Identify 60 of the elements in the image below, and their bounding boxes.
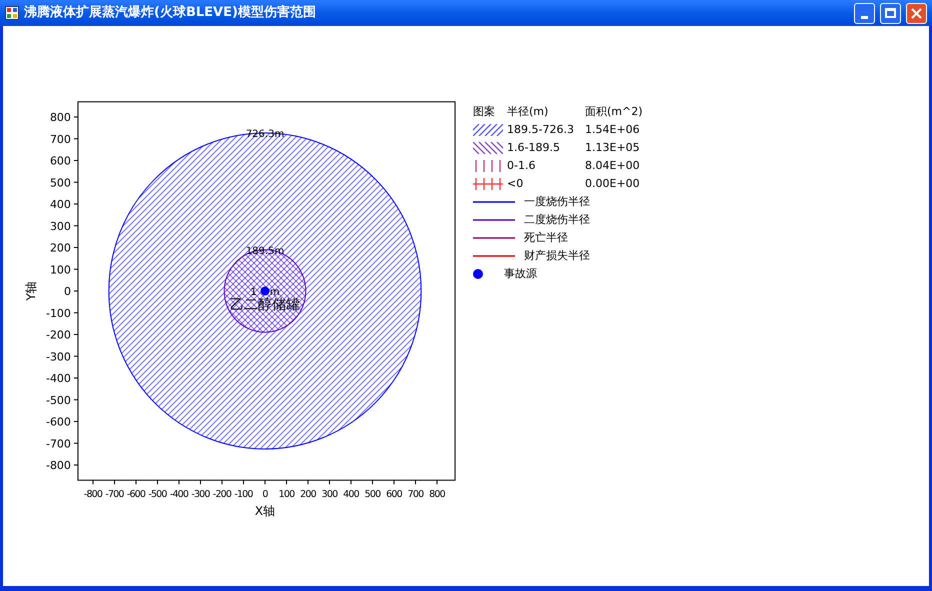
legend-area: 1.13E+05 xyxy=(585,139,640,157)
x-tick-label: -300 xyxy=(191,489,210,500)
y-tick-label: 800 xyxy=(50,111,71,124)
tank-label: 乙二醇储罐 xyxy=(230,297,300,313)
x-tick-label: -500 xyxy=(148,489,167,500)
y-axis-title: Y轴 xyxy=(24,281,38,301)
y-tick-label: 400 xyxy=(50,198,71,211)
x-tick-label: -800 xyxy=(84,489,102,500)
x-tick-label: -600 xyxy=(126,489,146,500)
y-tick-label: -700 xyxy=(46,437,71,450)
x-tick-label: 600 xyxy=(386,489,402,500)
legend-header: 图案 xyxy=(473,104,496,120)
y-tick-label: -500 xyxy=(46,394,71,407)
x-tick-label: 700 xyxy=(408,489,424,500)
x-axis-title: X轴 xyxy=(254,504,276,518)
x-tick-label: 0 xyxy=(262,489,268,500)
y-tick-label: 300 xyxy=(50,220,71,233)
legend-header: 面积(m^2) xyxy=(585,104,643,120)
y-tick-label: 200 xyxy=(50,242,71,254)
y-tick-label: -800 xyxy=(46,459,71,472)
legend-label: 财产损失半径 xyxy=(524,248,590,264)
y-tick-label: -200 xyxy=(46,328,71,342)
legend-area: 1.54E+06 xyxy=(585,121,640,139)
x-tick-label: -700 xyxy=(105,489,124,500)
legend-range: <0 xyxy=(507,176,524,192)
x-tick-label: 400 xyxy=(343,489,359,500)
y-tick-label: -300 xyxy=(46,350,71,364)
x-tick-label: 200 xyxy=(300,489,316,500)
legend-label: 死亡半径 xyxy=(524,230,568,246)
app-icon xyxy=(5,6,19,20)
legend-label: 事故源 xyxy=(504,266,537,282)
y-tick-label: -600 xyxy=(46,416,71,428)
y-tick-label: 700 xyxy=(50,132,71,146)
legend-range: 189.5-726.3 xyxy=(507,122,575,138)
window-title: 沸腾液体扩展蒸汽爆炸(火球BLEVE)模型伤害范围 xyxy=(24,4,317,22)
legend-label: 一度烧伤半径 xyxy=(524,194,590,210)
x-tick-label: 100 xyxy=(278,489,294,500)
legend-header: 半径(m) xyxy=(507,104,550,120)
legend-label: 二度烧伤半径 xyxy=(524,212,590,228)
legend-area: 0.00E+00 xyxy=(585,175,640,193)
legend-area: 8.04E+00 xyxy=(585,157,640,175)
x-tick-label: 800 xyxy=(429,489,445,500)
minimize-button[interactable] xyxy=(854,2,875,24)
x-tick-label: 500 xyxy=(364,489,380,500)
legend-range: 0-1.6 xyxy=(507,158,536,174)
radius-label: 1 m xyxy=(250,287,280,298)
x-tick-label: -100 xyxy=(234,489,253,500)
y-tick-label: 100 xyxy=(50,263,71,276)
y-tick-label: 0 xyxy=(64,285,71,298)
y-tick-label: 500 xyxy=(50,176,71,190)
legend-range: 1.6-189.5 xyxy=(507,140,561,156)
x-tick-label: 300 xyxy=(322,489,338,500)
x-tick-label: -400 xyxy=(170,489,188,500)
maximize-button[interactable] xyxy=(880,2,901,24)
y-tick-label: -100 xyxy=(46,306,71,320)
y-tick-label: 600 xyxy=(50,154,71,168)
close-button[interactable] xyxy=(906,2,927,24)
close-icon xyxy=(911,8,922,18)
y-tick-label: -400 xyxy=(46,372,71,385)
x-tick-label: -200 xyxy=(212,489,232,500)
